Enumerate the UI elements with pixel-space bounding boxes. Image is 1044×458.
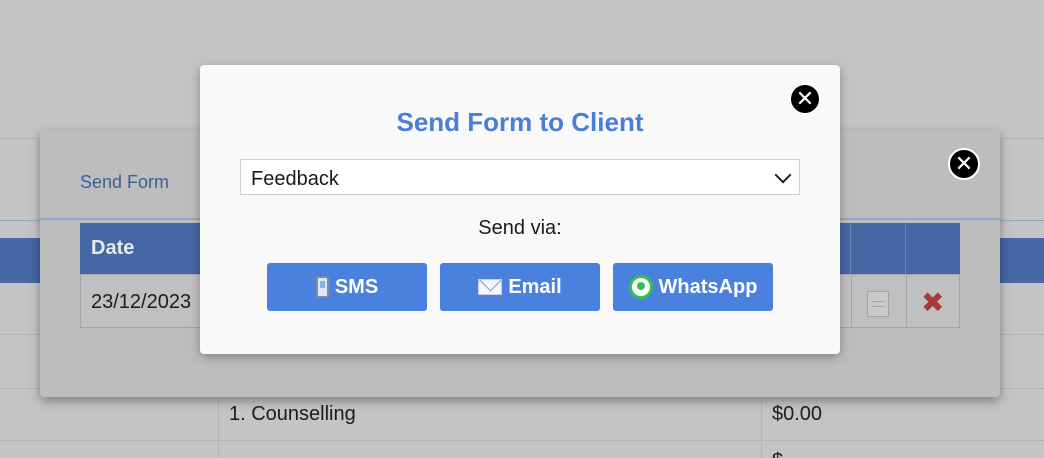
back-modal-close-icon[interactable]: ✕ [948,148,980,180]
sms-button-label: SMS [334,275,379,298]
whatsapp-logo-icon [628,275,653,299]
envelope-icon [478,279,503,295]
whatsapp-button-label: WhatsApp [658,275,758,298]
background-table-header [0,238,40,283]
chevron-down-icon [774,166,792,184]
background-column-line [761,388,762,458]
email-button-label: Email [508,275,562,298]
form-select[interactable]: Feedback [240,159,800,195]
form-select-value: Feedback [251,168,339,190]
cell-separator [906,275,907,327]
date-column-header: Date [91,237,135,259]
send-whatsapp-button[interactable]: WhatsApp [613,263,773,311]
row-date: 23/12/2023 [91,291,192,313]
background-table-header [1000,238,1044,283]
send-email-button[interactable]: Email [440,263,600,311]
delete-icon[interactable]: ✖ [921,289,944,317]
background-divider [0,440,1044,441]
send-sms-button[interactable]: SMS [267,263,427,311]
cell-separator [851,275,852,327]
service-item-label: 1. Counselling [229,403,356,425]
dialog-title: Send Form to Client [396,107,644,137]
document-icon[interactable] [867,291,889,317]
background-column-line [218,388,219,458]
send-via-label: Send via: [478,217,562,239]
service-price-next: $ [772,450,783,458]
header-column-separator [850,223,851,274]
service-price: $0.00 [772,403,823,425]
header-column-separator [905,223,906,274]
mobile-phone-icon [315,276,329,298]
send-form-to-client-dialog: ✕ Send Form to Client Feedback Send via:… [200,65,840,354]
send-form-title: Send Form [80,172,170,192]
